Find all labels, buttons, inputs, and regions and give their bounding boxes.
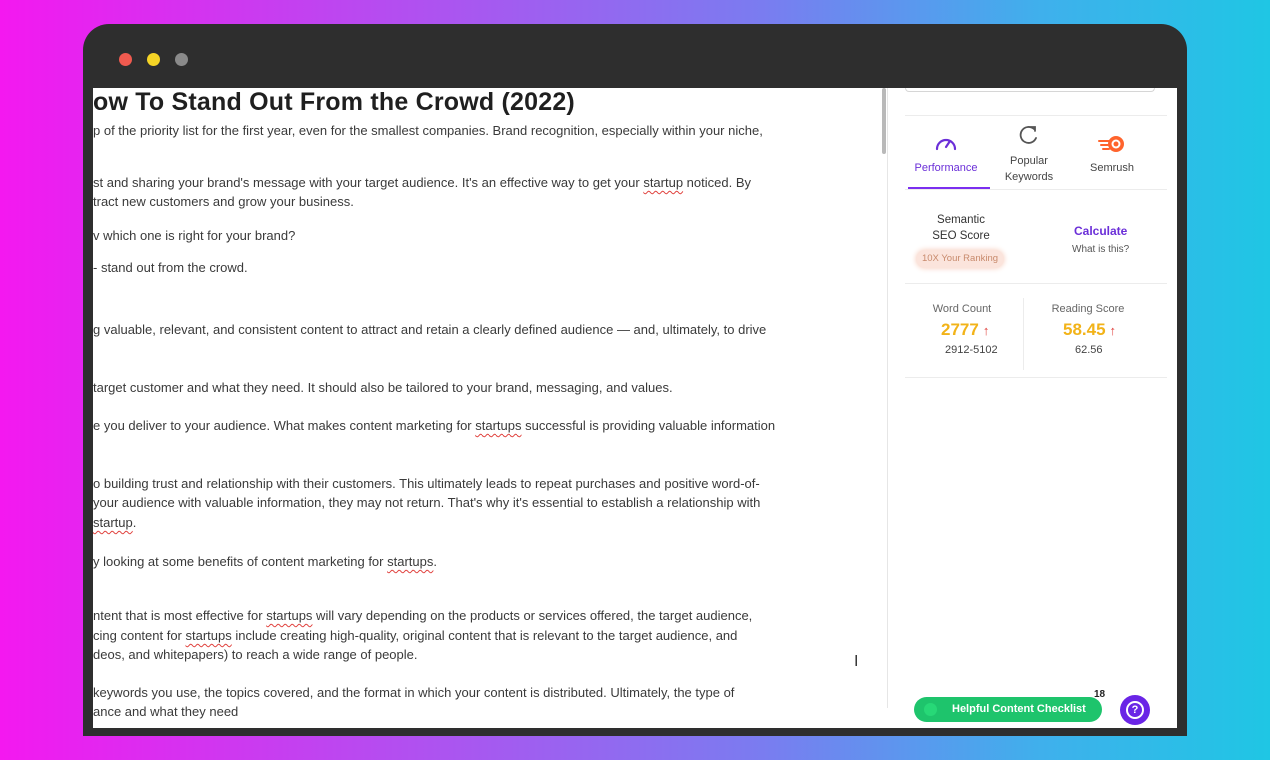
paragraph-line[interactable]: target customer and what they need. It s… — [93, 380, 673, 395]
paragraph-line[interactable]: - stand out from the crowd. — [93, 260, 248, 275]
paragraph-line[interactable]: tract new customers and grow your busine… — [93, 194, 354, 209]
semrush-logo-icon — [1071, 133, 1153, 158]
word-count-label: Word Count — [932, 303, 992, 315]
arrow-up-icon: ↑ — [982, 323, 990, 338]
text-run: cing content for — [93, 628, 186, 643]
text-run: noticed. By — [683, 175, 751, 190]
seo-label-line2: SEO Score — [932, 230, 990, 242]
text-run: deos, and whitepapers) to reach a wide r… — [93, 647, 418, 662]
seo-label-line1: Semantic — [937, 214, 985, 226]
text-run: include creating high-quality, original … — [231, 628, 738, 643]
document-heading[interactable]: ow To Stand Out From the Crowd (2022) — [93, 88, 575, 117]
text-run: o building trust and relationship with t… — [93, 476, 760, 491]
text-run: g valuable, relevant, and consistent con… — [93, 322, 767, 337]
text-run: keywords you use, the topics covered, an… — [93, 685, 735, 700]
arrow-up-icon: ↑ — [1109, 323, 1117, 338]
text-run: v which one is right for your brand? — [93, 228, 296, 243]
paragraph-line[interactable]: p of the priority list for the first yea… — [93, 123, 763, 138]
text-run: - stand out from the crowd. — [93, 260, 248, 275]
document-editor[interactable]: ow To Stand Out From the Crowd (2022) p … — [93, 88, 886, 728]
divider — [905, 377, 1167, 378]
text-run: ntent that is most effective for — [93, 608, 267, 623]
minimize-window-button[interactable] — [147, 53, 160, 66]
spellcheck-flagged-word[interactable]: startup — [643, 175, 683, 190]
word-count-number: 2777 — [941, 320, 979, 339]
checklist-icon — [924, 703, 937, 716]
tab-popular-keywords[interactable]: Popular Keywords — [988, 124, 1070, 185]
spellcheck-flagged-word[interactable]: startups — [475, 418, 521, 433]
help-button[interactable]: ? — [1120, 695, 1150, 725]
text-run: tract new customers and grow your busine… — [93, 194, 354, 209]
paragraph-line[interactable]: startup. — [93, 515, 136, 530]
checklist-count-badge: 18 — [1094, 689, 1106, 700]
tab-performance[interactable]: Performance — [905, 133, 987, 174]
spellcheck-flagged-word[interactable]: startup — [93, 515, 133, 530]
app-window: ow To Stand Out From the Crowd (2022) p … — [83, 24, 1187, 736]
text-run: ance and what they need — [93, 704, 239, 719]
tab-semrush[interactable]: Semrush — [1071, 133, 1153, 174]
divider — [905, 283, 1167, 284]
paragraph-line[interactable]: keywords you use, the topics covered, an… — [93, 685, 734, 700]
text-run: your audience with valuable information,… — [93, 495, 761, 510]
reading-score-number: 58.45 — [1063, 320, 1106, 339]
editor-scrollbar[interactable] — [882, 88, 886, 154]
seo-side-panel: Performance Popular Keywords Semrush Sem… — [888, 88, 1177, 728]
word-count-value: 2777 ↑ — [941, 320, 989, 340]
text-run: . — [433, 554, 437, 569]
panel-search-input[interactable] — [905, 88, 1155, 92]
tab-label: Semrush — [1089, 162, 1135, 174]
text-run: st and sharing your brand's message with… — [93, 175, 644, 190]
app-screen: ow To Stand Out From the Crowd (2022) p … — [93, 88, 1177, 728]
paragraph-line[interactable]: ance and what they need — [93, 704, 238, 719]
close-window-button[interactable] — [119, 53, 132, 66]
ranking-badge: 10X Your Ranking — [916, 250, 1004, 268]
window-controls — [119, 53, 188, 66]
paragraph-line[interactable]: your audience with valuable information,… — [93, 495, 760, 510]
helpful-content-checklist-button[interactable]: Helpful Content Checklist — [914, 697, 1102, 722]
gauge-icon — [905, 133, 987, 158]
paragraph-line[interactable]: st and sharing your brand's message with… — [93, 175, 751, 190]
tab-label: Performance — [914, 162, 978, 174]
text-run: . — [132, 515, 137, 530]
text-run: p of the priority list for the first yea… — [93, 123, 763, 138]
text-cursor-icon: I — [854, 653, 859, 670]
paragraph-line[interactable]: o building trust and relationship with t… — [93, 476, 760, 491]
paragraph-line[interactable]: g valuable, relevant, and consistent con… — [93, 322, 766, 337]
text-run: will vary depending on the products or s… — [312, 608, 753, 623]
reading-score-target: 62.56 — [1075, 344, 1103, 356]
paragraph-line[interactable]: y looking at some benefits of content ma… — [93, 554, 437, 569]
paragraph-line[interactable]: cing content for startups include creati… — [93, 628, 737, 643]
what-is-this-link[interactable]: What is this? — [1072, 244, 1129, 255]
refresh-icon — [988, 124, 1070, 151]
calculate-button[interactable]: Calculate — [1074, 224, 1127, 238]
text-run: e you deliver to your audience. What mak… — [93, 418, 476, 433]
paragraph-line[interactable]: v which one is right for your brand? — [93, 228, 295, 243]
maximize-window-button[interactable] — [175, 53, 188, 66]
divider — [905, 115, 1167, 116]
checklist-label: Helpful Content Checklist — [952, 703, 1086, 715]
divider — [905, 189, 1167, 190]
spellcheck-flagged-word[interactable]: startups — [266, 608, 312, 623]
text-run: y looking at some benefits of content ma… — [93, 554, 388, 569]
reading-score-label: Reading Score — [1051, 303, 1125, 315]
word-count-range: 2912-5102 — [945, 344, 998, 356]
paragraph-line[interactable]: deos, and whitepapers) to reach a wide r… — [93, 647, 418, 662]
help-icon: ? — [1126, 701, 1144, 719]
spellcheck-flagged-word[interactable]: startups — [186, 628, 232, 643]
tab-label: Popular Keywords — [1004, 155, 1054, 183]
paragraph-line[interactable]: ntent that is most effective for startup… — [93, 608, 752, 623]
semantic-seo-score-label: Semantic SEO Score — [926, 212, 996, 244]
divider — [1023, 298, 1024, 370]
text-run: successful is providing valuable informa… — [521, 418, 776, 433]
paragraph-line[interactable]: e you deliver to your audience. What mak… — [93, 418, 775, 433]
spellcheck-flagged-word[interactable]: startups — [387, 554, 433, 569]
reading-score-value: 58.45 ↑ — [1063, 320, 1116, 340]
text-run: target customer and what they need. It s… — [93, 380, 673, 395]
